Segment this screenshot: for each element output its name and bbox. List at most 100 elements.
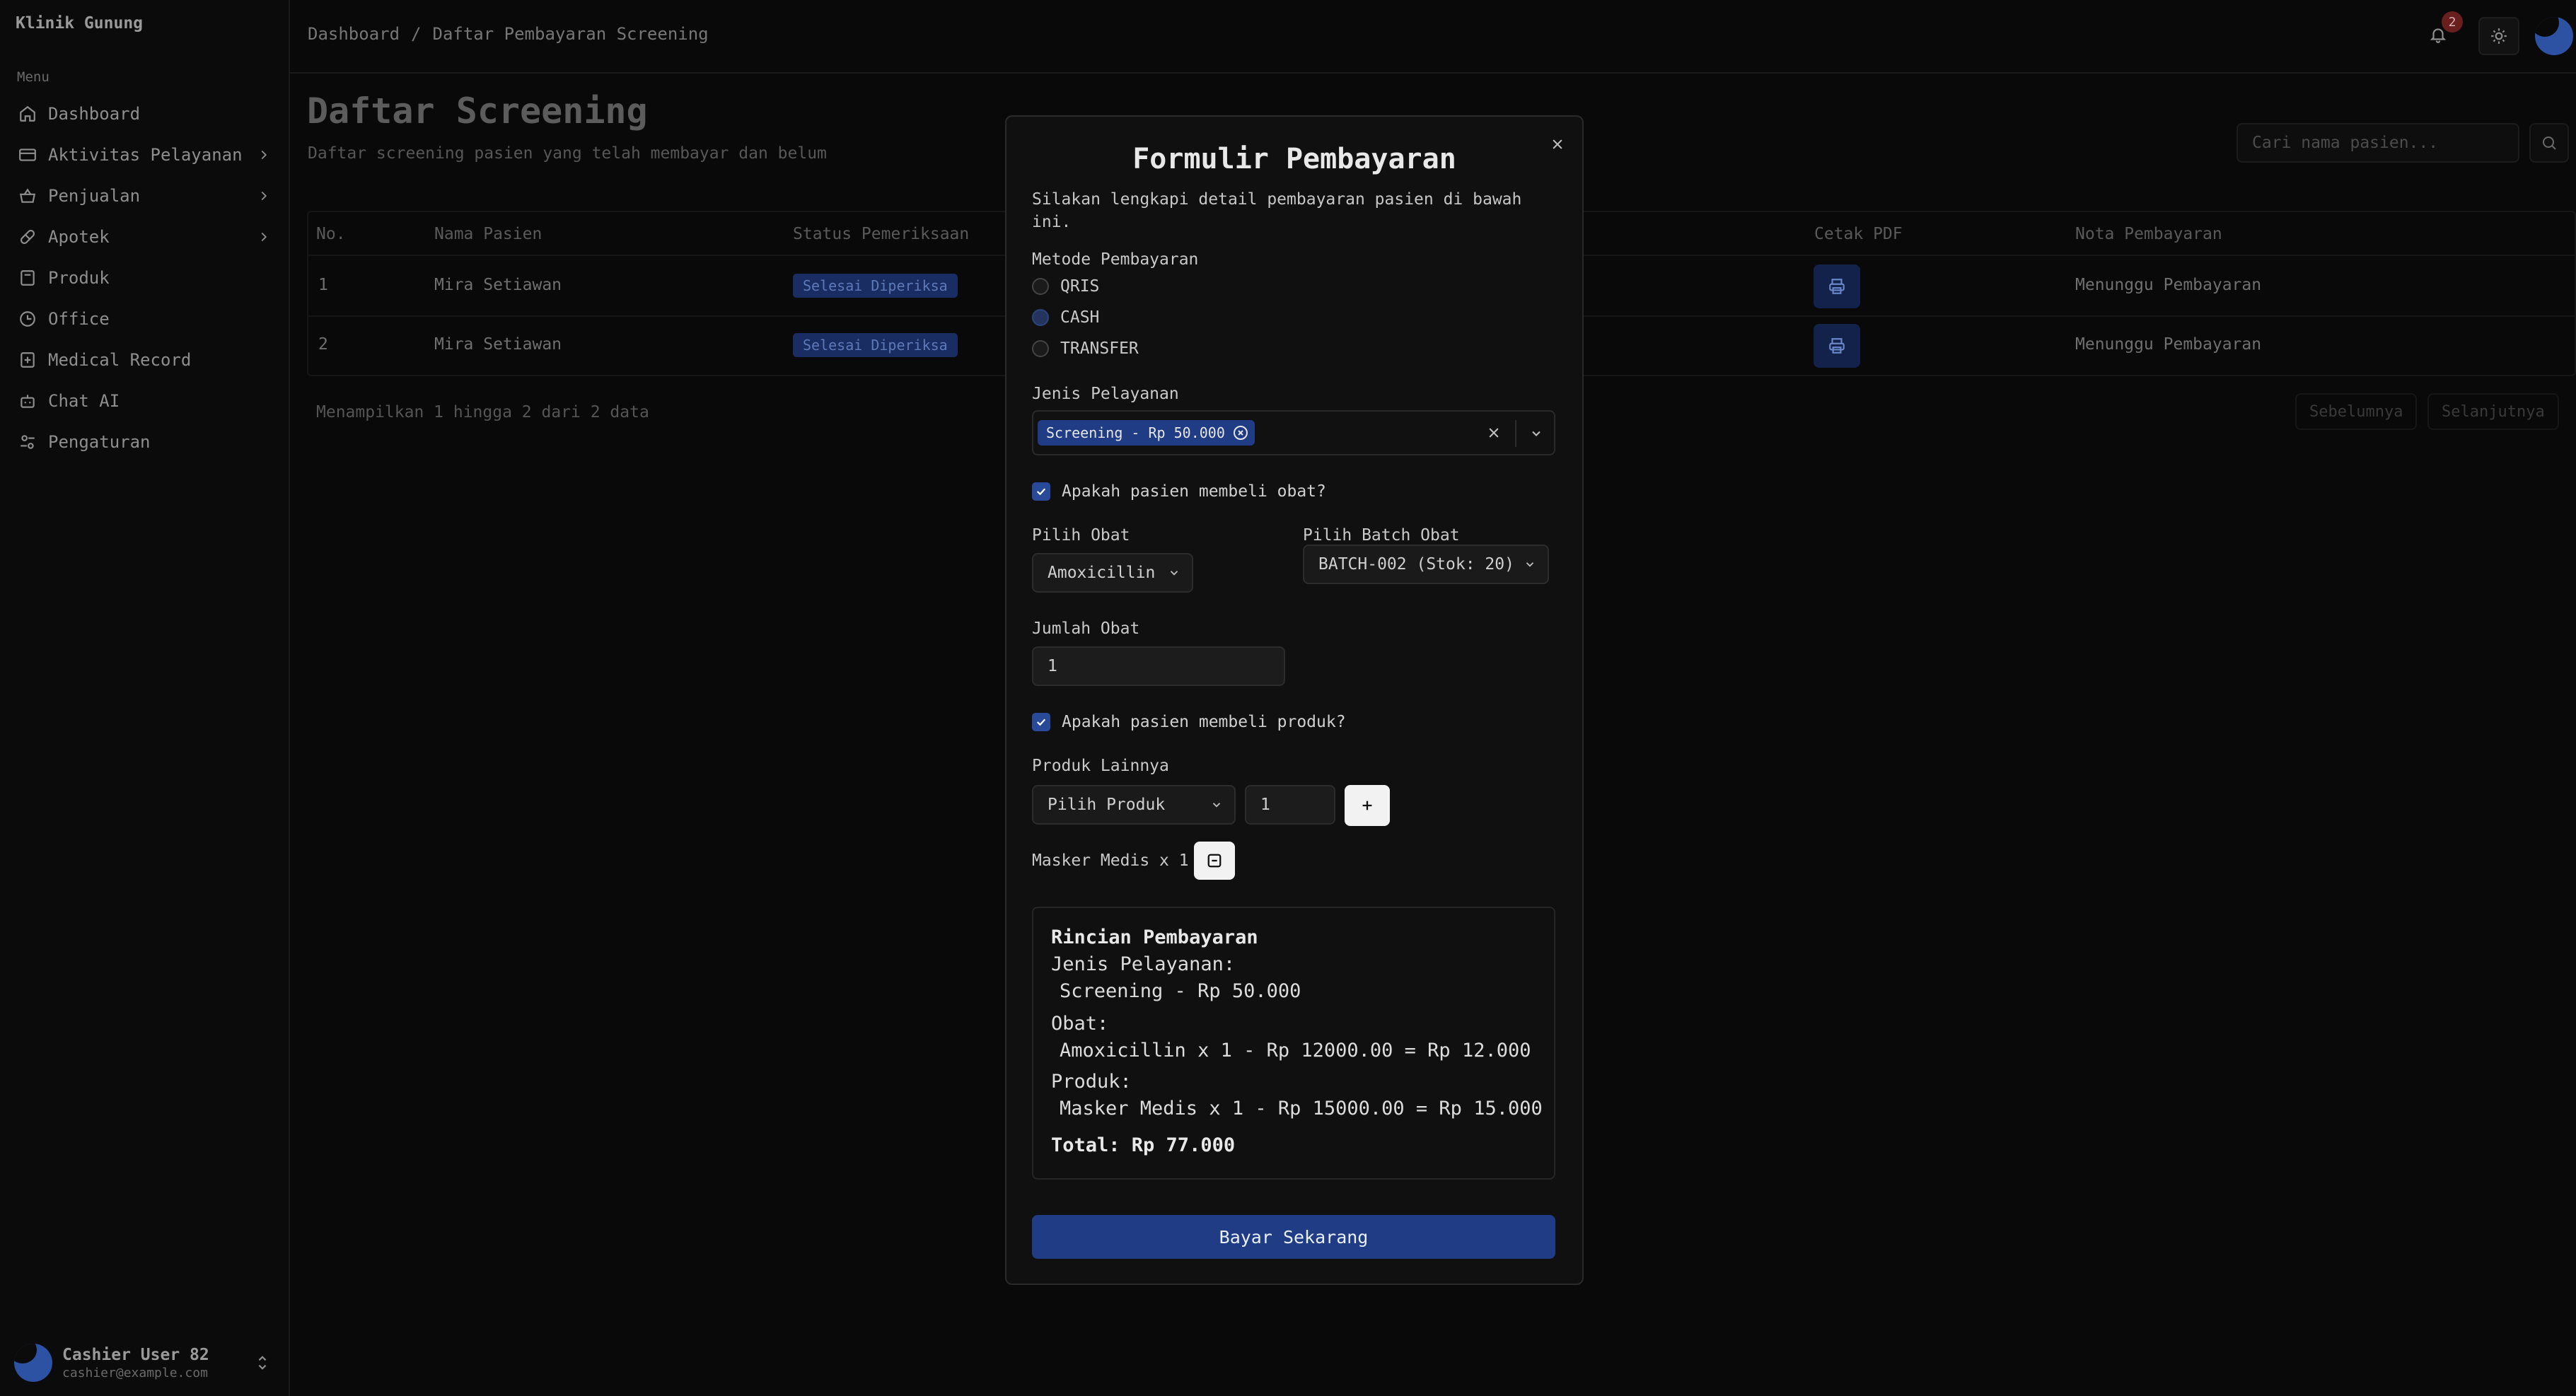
radio-circle-selected <box>1032 309 1049 326</box>
page-title: Daftar Screening <box>307 91 648 132</box>
dropdown-toggle[interactable] <box>1522 420 1550 447</box>
next-page-button[interactable]: Selanjutnya <box>2427 393 2559 430</box>
sidebar-item-office[interactable]: Office <box>14 303 276 335</box>
buy-medicine-checkbox[interactable]: Apakah pasien membeli obat? <box>1032 482 1326 501</box>
table-cell-no: 2 <box>318 335 328 354</box>
sidebar-item-label: Office <box>48 309 110 329</box>
summary-service-heading: Jenis Pelayanan: <box>1051 953 1236 975</box>
print-pdf-button[interactable] <box>1814 264 1860 308</box>
summary-product-line: Masker Medis x 1 - Rp 15000.00 = Rp 15.0… <box>1060 1098 1543 1119</box>
chip-label: Screening - Rp 50.000 <box>1046 424 1225 441</box>
radio-transfer[interactable]: TRANSFER <box>1032 339 1139 358</box>
user-menu[interactable]: Cashier User 82 cashier@example.com <box>14 1339 276 1386</box>
pagination-info: Menampilkan 1 hingga 2 dari 2 data <box>316 403 649 421</box>
menu-label: Menu <box>17 69 50 85</box>
service-chip: Screening - Rp 50.000 <box>1038 420 1255 446</box>
chevron-up-down-icon <box>255 1353 270 1373</box>
printer-icon <box>1828 337 1846 355</box>
remove-chip-icon[interactable] <box>1232 424 1249 441</box>
summary-service-line: Screening - Rp 50.000 <box>1060 980 1301 1002</box>
avatar <box>14 1344 52 1382</box>
breadcrumb-separator: / <box>411 24 422 44</box>
table-cell-no: 1 <box>318 276 328 294</box>
sidebar-item-apotek[interactable]: Apotek <box>14 221 276 253</box>
sidebar-item-produk[interactable]: Produk <box>14 262 276 294</box>
sidebar-item-penjualan[interactable]: Penjualan <box>14 180 276 212</box>
page-subtitle: Daftar screening pasien yang telah memba… <box>308 144 827 163</box>
sidebar-item-pengaturan[interactable]: Pengaturan <box>14 426 276 458</box>
summary-total: Total: Rp 77.000 <box>1051 1134 1236 1156</box>
divider <box>1515 420 1516 447</box>
chevron-right-icon <box>256 229 272 245</box>
product-quantity-input[interactable] <box>1245 785 1335 825</box>
pill-icon <box>18 228 37 246</box>
summary-medicine-line: Amoxicillin x 1 - Rp 12000.00 = Rp 12.00… <box>1060 1040 1531 1061</box>
printer-icon <box>1828 277 1846 296</box>
select-value: Amoxicillin <box>1048 564 1156 582</box>
radio-circle <box>1032 278 1049 295</box>
sidebar-item-label: Chat AI <box>48 391 120 411</box>
service-label: Jenis Pelayanan <box>1032 385 1179 403</box>
sidebar-item-label: Produk <box>48 268 110 288</box>
theme-toggle-button[interactable] <box>2478 17 2519 55</box>
table-cell-name: Mira Setiawan <box>434 276 562 294</box>
batch-select[interactable]: BATCH-002 (Stok: 20) <box>1303 545 1549 584</box>
user-email: cashier@example.com <box>62 1365 208 1380</box>
close-icon <box>1487 426 1501 440</box>
column-header-status: Status Pemeriksaan <box>793 225 970 243</box>
prev-page-button[interactable]: Sebelumnya <box>2295 393 2418 430</box>
chevron-down-icon <box>1524 558 1536 571</box>
app-brand[interactable]: Klinik Gunung <box>16 14 143 33</box>
radio-label: TRANSFER <box>1060 339 1139 358</box>
select-value: Pilih Produk <box>1048 796 1166 814</box>
checkbox-checked <box>1032 482 1050 501</box>
payment-method-label: Metode Pembayaran <box>1032 250 1199 269</box>
chevron-right-icon <box>256 188 272 204</box>
status-badge: Selesai Diperiksa <box>793 333 958 357</box>
clock-icon <box>18 310 37 328</box>
search-button[interactable] <box>2529 123 2569 163</box>
settings-icon <box>18 433 37 451</box>
user-name: Cashier User 82 <box>62 1345 209 1364</box>
breadcrumb-current: Daftar Pembayaran Screening <box>432 24 709 44</box>
medicine-label: Pilih Obat <box>1032 526 1130 545</box>
search-input[interactable] <box>2236 123 2519 163</box>
clear-selection-button[interactable] <box>1483 421 1505 444</box>
radio-qris[interactable]: QRIS <box>1032 277 1099 296</box>
sidebar-item-dashboard[interactable]: Dashboard <box>14 98 276 130</box>
buy-product-checkbox[interactable]: Apakah pasien membeli produk? <box>1032 713 1346 731</box>
table-cell-nota: Menunggu Pembayaran <box>2075 276 2262 294</box>
batch-label: Pilih Batch Obat <box>1303 526 1460 545</box>
pay-now-button[interactable]: Bayar Sekarang <box>1032 1215 1555 1259</box>
basket-icon <box>18 187 37 205</box>
medicine-quantity-input[interactable] <box>1032 646 1285 686</box>
header-avatar[interactable] <box>2535 17 2573 55</box>
product-select[interactable]: Pilih Produk <box>1032 785 1236 825</box>
add-product-button[interactable] <box>1345 785 1390 826</box>
radio-label: QRIS <box>1060 277 1100 296</box>
remove-product-button[interactable] <box>1194 842 1235 880</box>
table-cell-name: Mira Setiawan <box>434 335 562 354</box>
checkbox-checked <box>1032 713 1050 731</box>
sidebar-item-aktivitas-pelayanan[interactable]: Aktivitas Pelayanan <box>14 139 276 171</box>
medicine-select[interactable]: Amoxicillin <box>1032 553 1193 593</box>
sidebar-item-medical-record[interactable]: Medical Record <box>14 344 276 376</box>
chevron-down-icon <box>1529 426 1543 441</box>
added-product-item: Masker Medis x 1 <box>1032 851 1189 870</box>
sidebar-item-chat-ai[interactable]: Chat AI <box>14 385 276 417</box>
breadcrumb-dashboard[interactable]: Dashboard <box>308 24 400 44</box>
print-pdf-button[interactable] <box>1814 324 1860 368</box>
column-header-no: No. <box>316 225 346 243</box>
quantity-label: Jumlah Obat <box>1032 620 1140 638</box>
column-header-nota: Nota Pembayaran <box>2075 225 2222 243</box>
modal-description: Silakan lengkapi detail pembayaran pasie… <box>1032 190 1522 231</box>
product-label: Produk Lainnya <box>1032 757 1169 775</box>
sidebar-item-label: Dashboard <box>48 104 141 124</box>
chevron-right-icon <box>256 147 272 163</box>
sidebar-item-label: Penjualan <box>48 186 141 206</box>
chevron-down-icon <box>1168 566 1180 579</box>
search-icon <box>2541 134 2558 151</box>
sidebar-item-label: Apotek <box>48 227 110 247</box>
checkbox-label: Apakah pasien membeli obat? <box>1062 482 1326 501</box>
radio-cash[interactable]: CASH <box>1032 308 1099 327</box>
